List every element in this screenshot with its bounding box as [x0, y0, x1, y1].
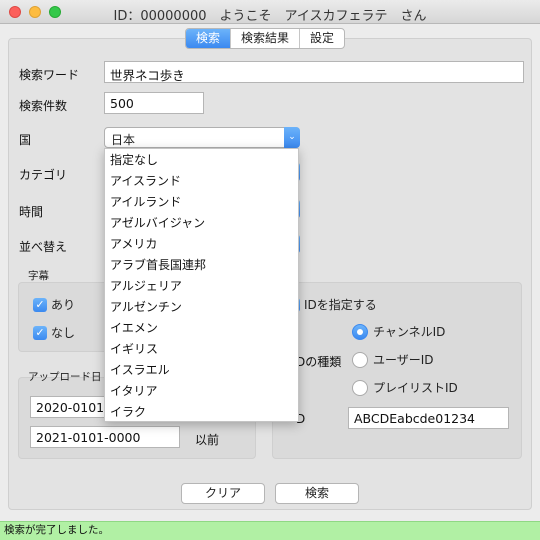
status-bar: 検索が完了しました。 — [0, 521, 540, 540]
country-option[interactable]: アイスランド — [105, 171, 298, 192]
country-option[interactable]: アイルランド — [105, 192, 298, 213]
country-option[interactable]: イギリス — [105, 339, 298, 360]
country-option[interactable]: アルジェリア — [105, 276, 298, 297]
subtitles-no-label: なし — [51, 326, 76, 340]
radio-selected-icon — [352, 323, 368, 340]
upload-to-input[interactable]: 2021-0101-0000 — [30, 426, 180, 448]
upload-date-group-label: アップロード日 — [28, 371, 102, 383]
channel-id-radio[interactable]: チャンネルID — [352, 323, 445, 340]
subtitles-yes-label: あり — [51, 298, 76, 312]
category-label: カテゴリ — [19, 168, 68, 182]
specify-id-label: IDを指定する — [304, 298, 377, 312]
tab-results[interactable]: 検索結果 — [231, 29, 301, 48]
radio-unselected-icon — [352, 379, 368, 396]
country-option[interactable]: アゼルバイジャン — [105, 213, 298, 234]
checkmark-icon: ✓ — [33, 325, 47, 340]
keyword-input[interactable]: 世界ネコ歩き — [104, 61, 524, 83]
subtitles-group-label: 字幕 — [28, 270, 49, 282]
subtitles-group — [18, 282, 108, 352]
sort-label: 並べ替え — [19, 240, 68, 254]
search-button[interactable]: 検索 — [275, 483, 359, 504]
country-option[interactable]: アラブ首長国連邦 — [105, 255, 298, 276]
country-select[interactable]: 日本 ⌄ — [104, 127, 300, 148]
country-option[interactable]: アメリカ — [105, 234, 298, 255]
channel-id-label: チャンネルID — [373, 325, 446, 339]
tab-bar: 検索 検索結果 設定 — [185, 28, 346, 49]
clear-button[interactable]: クリア — [181, 483, 265, 504]
id-type-label: Dの種類 — [296, 355, 342, 369]
playlist-id-label: プレイリストID — [373, 381, 458, 395]
title-bar: ID：00000000 ようこそ アイスカフェラテ さん — [0, 0, 540, 24]
tab-search[interactable]: 検索 — [186, 29, 232, 48]
radio-unselected-icon — [352, 351, 368, 368]
country-option[interactable]: 指定なし — [105, 150, 298, 171]
country-option[interactable]: アルゼンチン — [105, 297, 298, 318]
checkmark-icon: ✓ — [33, 297, 47, 312]
country-label: 国 — [19, 133, 32, 147]
id-value-input[interactable]: ABCDEabcde01234 — [348, 407, 509, 429]
country-option[interactable]: イエメン — [105, 318, 298, 339]
upload-to-suffix: 以前 — [195, 433, 220, 447]
specify-id-checkbox[interactable]: IDを指定する — [286, 296, 377, 313]
country-option[interactable]: イタリア — [105, 381, 298, 402]
country-select-value: 日本 — [111, 133, 136, 147]
count-input[interactable]: 500 — [104, 92, 204, 114]
country-option[interactable]: イスラエル — [105, 360, 298, 381]
country-dropdown-list: 指定なし アイスランド アイルランド アゼルバイジャン アメリカ アラブ首長国連… — [104, 148, 299, 422]
user-id-radio[interactable]: ユーザーID — [352, 351, 434, 368]
playlist-id-radio[interactable]: プレイリストID — [352, 379, 458, 396]
tab-settings[interactable]: 設定 — [300, 29, 344, 48]
user-id-label: ユーザーID — [373, 353, 434, 367]
country-option[interactable]: イラク — [105, 402, 298, 423]
window-title: ID：00000000 ようこそ アイスカフェラテ さん — [113, 9, 427, 24]
chevron-down-icon: ⌄ — [284, 127, 300, 148]
time-label: 時間 — [19, 205, 44, 219]
subtitles-no-checkbox[interactable]: ✓ なし — [33, 324, 75, 341]
count-label: 検索件数 — [19, 99, 68, 113]
keyword-label: 検索ワード — [19, 68, 80, 82]
subtitles-yes-checkbox[interactable]: ✓ あり — [33, 296, 75, 313]
